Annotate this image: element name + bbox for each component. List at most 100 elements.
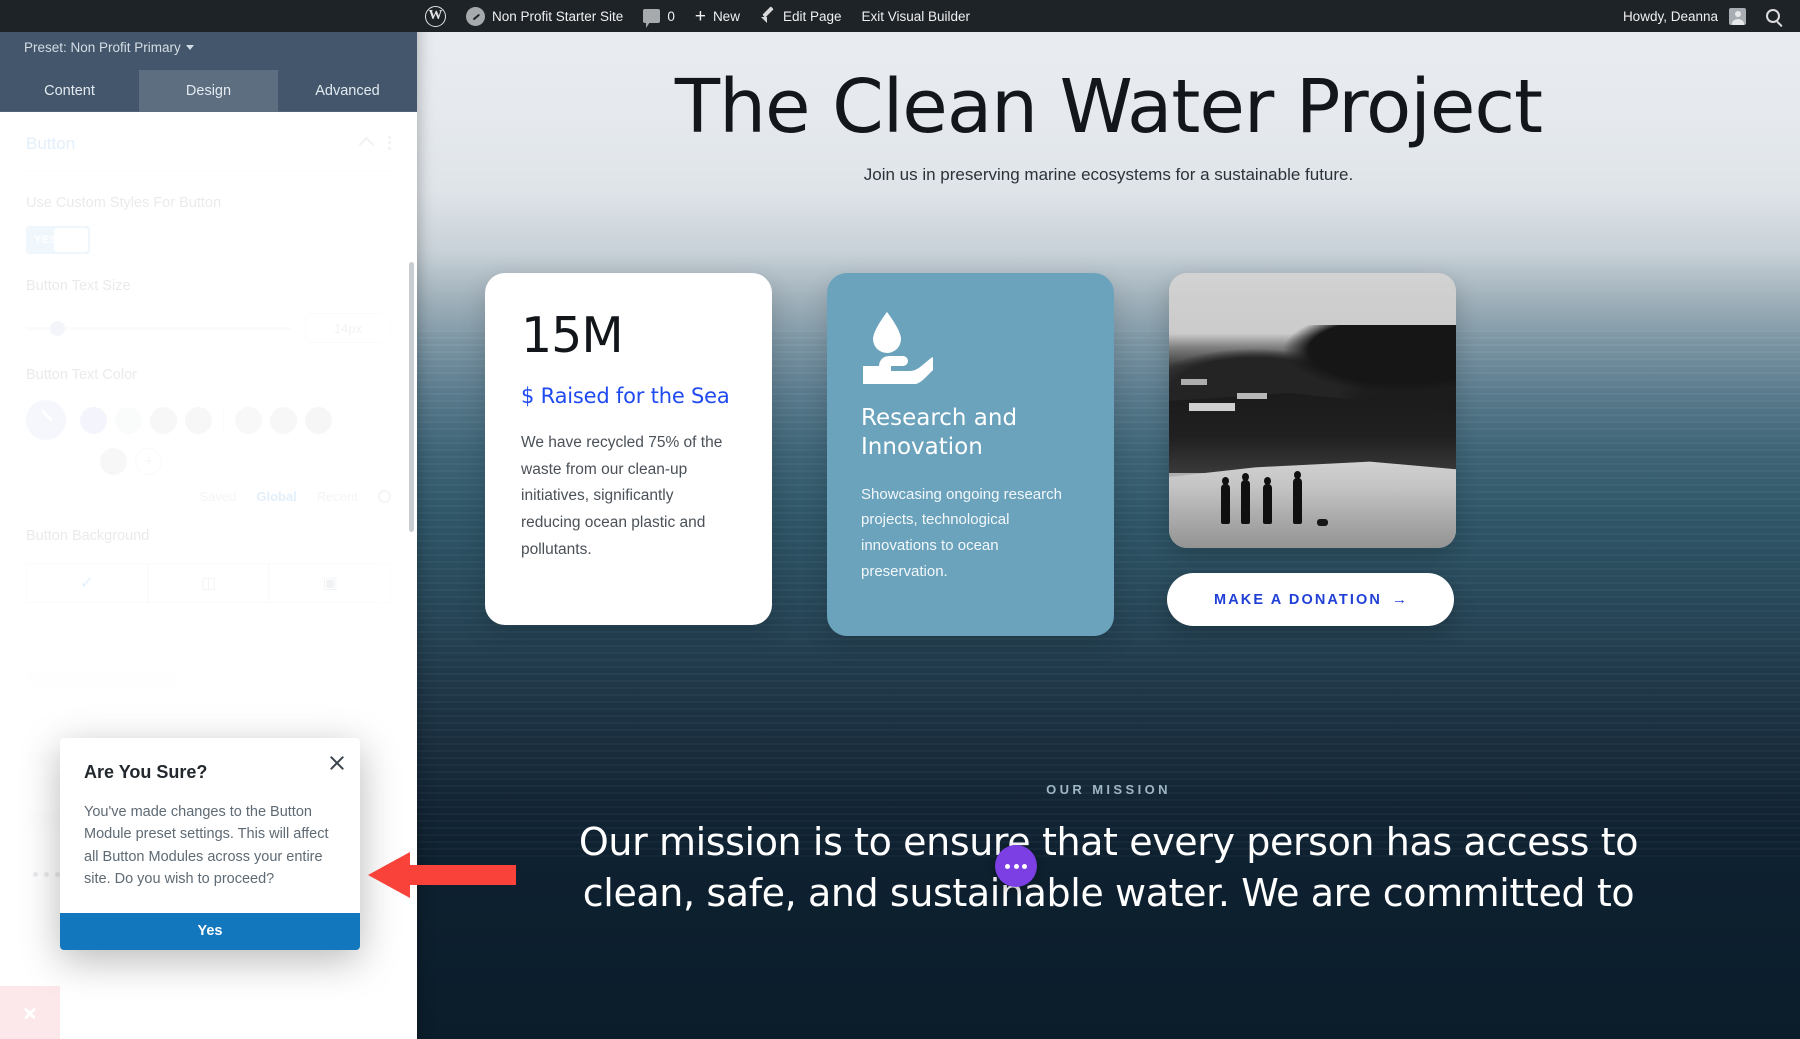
tab-saved-colors[interactable]: Saved bbox=[199, 489, 236, 504]
swatch-divider bbox=[223, 407, 224, 434]
modal-title: Are You Sure? bbox=[84, 762, 208, 782]
color-source-tabs: Saved Global Recent bbox=[26, 489, 391, 504]
add-color-swatch-button[interactable]: + bbox=[135, 448, 162, 476]
admin-bar-left-group: W Non Profit Starter Site 0 + New Edit P… bbox=[0, 0, 980, 32]
field-label-use-custom-styles: Use Custom Styles For Button bbox=[26, 195, 222, 211]
new-label: New bbox=[712, 8, 740, 24]
exit-visual-builder-label: Exit Visual Builder bbox=[861, 8, 971, 24]
gear-icon[interactable] bbox=[378, 490, 391, 504]
color-picker-button[interactable] bbox=[26, 400, 66, 441]
site-name-label: Non Profit Starter Site bbox=[492, 8, 624, 24]
page-subtitle: Join us in preserving marine ecosystems … bbox=[863, 165, 1354, 184]
preset-selector[interactable]: Preset: Non Profit Primary bbox=[24, 40, 194, 55]
stat-card[interactable]: 15M $ Raised for the Sea We have recycle… bbox=[485, 273, 772, 625]
tab-content[interactable]: Content bbox=[0, 70, 139, 112]
comments-menu[interactable]: 0 bbox=[633, 0, 685, 32]
beach-photo bbox=[1169, 273, 1456, 548]
color-swatch[interactable] bbox=[305, 406, 332, 434]
color-swatch[interactable] bbox=[185, 406, 212, 434]
photo-card-column: MAKE A DONATION → bbox=[1167, 273, 1456, 626]
panel-scrollbar[interactable] bbox=[409, 262, 414, 532]
chevron-down-icon bbox=[185, 45, 194, 50]
screen: The Clean Water Project Join us in prese… bbox=[0, 0, 1800, 1039]
mission-eyebrow: OUR MISSION bbox=[1046, 782, 1171, 797]
color-swatch[interactable] bbox=[115, 406, 142, 434]
color-swatch[interactable] bbox=[100, 448, 127, 476]
dot bbox=[44, 872, 49, 877]
search-button[interactable] bbox=[1756, 0, 1790, 32]
wordpress-logo-icon: W bbox=[425, 5, 446, 27]
card-row: 15M $ Raised for the Sea We have recycle… bbox=[485, 273, 1733, 636]
more-options-fab[interactable] bbox=[995, 845, 1037, 887]
color-swatch-list: + bbox=[26, 400, 391, 476]
field-label-button-background: Button Background bbox=[26, 528, 150, 545]
field-label-button-text-size: Button Text Size bbox=[26, 278, 131, 295]
stat-number: 15M bbox=[521, 307, 624, 364]
background-image-tab[interactable]: ▣ bbox=[269, 563, 392, 604]
use-custom-styles-toggle[interactable]: YES bbox=[26, 226, 90, 255]
account-menu[interactable]: Howdy, Deanna bbox=[1613, 0, 1756, 32]
tab-global-colors[interactable]: Global bbox=[256, 489, 296, 504]
donate-button-label: MAKE A DONATION bbox=[1214, 591, 1382, 608]
button-settings-group-header[interactable]: Button bbox=[26, 134, 391, 171]
wordpress-logo-menu[interactable]: W bbox=[417, 0, 456, 32]
field-button-text-color: Button Text Color + Saved Global Recent bbox=[26, 365, 391, 504]
dot bbox=[388, 135, 391, 139]
page-title: The Clean Water Project bbox=[674, 64, 1543, 150]
dot bbox=[388, 146, 391, 150]
plus-icon: + bbox=[694, 5, 706, 27]
discard-changes-button[interactable] bbox=[0, 986, 60, 1039]
panel-drag-handle[interactable] bbox=[33, 872, 60, 877]
make-a-donation-button[interactable]: MAKE A DONATION → bbox=[1167, 573, 1454, 626]
confirm-yes-button[interactable]: Yes bbox=[60, 912, 360, 950]
tab-advanced[interactable]: Advanced bbox=[278, 70, 417, 112]
exit-visual-builder-link[interactable]: Exit Visual Builder bbox=[852, 0, 981, 32]
modal-body: Are You Sure? You've made changes to the… bbox=[60, 738, 360, 913]
tab-recent-colors[interactable]: Recent bbox=[317, 489, 358, 504]
color-swatch[interactable] bbox=[80, 406, 107, 434]
dashboard-icon bbox=[466, 6, 485, 26]
wordpress-admin-bar: W Non Profit Starter Site 0 + New Edit P… bbox=[0, 0, 1800, 32]
field-use-custom-styles: Use Custom Styles For Button YES bbox=[26, 193, 391, 255]
new-content-menu[interactable]: + New bbox=[685, 0, 750, 32]
eyedropper-icon bbox=[38, 412, 55, 429]
annotation-arrow bbox=[368, 852, 516, 898]
background-color-tab[interactable]: ✓ bbox=[26, 563, 148, 604]
dot bbox=[1013, 863, 1019, 869]
modal-message: You've made changes to the Button Module… bbox=[84, 804, 329, 888]
group-actions bbox=[358, 135, 391, 153]
color-swatch[interactable] bbox=[150, 406, 177, 434]
field-button-background: Button Background ✓ ◫ ▣ bbox=[26, 526, 392, 604]
admin-bar-right-group: Howdy, Deanna bbox=[1613, 0, 1800, 32]
color-swatch[interactable] bbox=[235, 406, 262, 434]
site-name-menu[interactable]: Non Profit Starter Site bbox=[456, 0, 633, 32]
background-gradient-tab[interactable]: ◫ bbox=[147, 563, 270, 604]
text-size-slider[interactable] bbox=[26, 320, 291, 336]
edit-page-link[interactable]: Edit Page bbox=[750, 0, 852, 32]
water-drop-in-hand-icon bbox=[861, 308, 939, 385]
color-swatch[interactable] bbox=[270, 406, 297, 434]
stat-body-text: We have recycled 75% of the waste from o… bbox=[521, 434, 723, 558]
ghost-field bbox=[26, 672, 176, 686]
edit-page-label: Edit Page bbox=[782, 8, 842, 24]
feature-card[interactable]: Research and Innovation Showcasing ongoi… bbox=[827, 273, 1114, 636]
mission-text: Our mission is to ensure that every pers… bbox=[578, 820, 1639, 915]
are-you-sure-modal: Are You Sure? You've made changes to the… bbox=[60, 738, 360, 950]
text-size-input[interactable]: 14px bbox=[305, 313, 391, 344]
text-size-slider-row: 14px bbox=[26, 313, 391, 344]
dot bbox=[33, 872, 38, 877]
search-icon bbox=[1766, 9, 1780, 23]
slider-handle[interactable] bbox=[49, 320, 65, 336]
avatar bbox=[1729, 7, 1746, 25]
dot bbox=[1005, 863, 1010, 869]
group-title: Button bbox=[26, 134, 76, 153]
tab-design[interactable]: Design bbox=[139, 70, 278, 112]
chevron-up-icon[interactable] bbox=[358, 136, 375, 152]
arrow-right-icon: → bbox=[1391, 591, 1407, 608]
pencil-icon bbox=[760, 8, 776, 24]
group-more-options-icon[interactable] bbox=[388, 135, 391, 153]
close-icon bbox=[23, 1006, 37, 1020]
close-icon[interactable] bbox=[328, 754, 346, 772]
panel-dimmed-settings: Button Use Custom Styles For Button YES bbox=[26, 134, 392, 826]
preset-label: Preset: Non Profit Primary bbox=[24, 40, 181, 55]
